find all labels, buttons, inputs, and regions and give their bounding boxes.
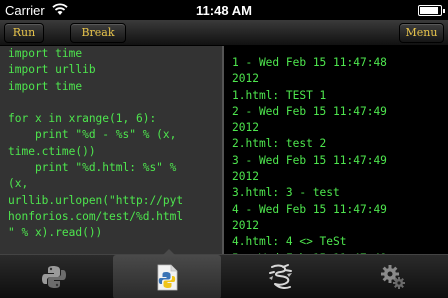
console-output[interactable]: 1 - Wed Feb 15 11:47:48 2012 1.html: TES… — [224, 46, 448, 254]
toolbar: Run Break Menu — [0, 20, 448, 46]
tab-bar — [0, 249, 448, 298]
tab-editor[interactable] — [113, 255, 221, 298]
code-editor[interactable]: import time import urllib import time fo… — [0, 46, 222, 254]
dragon-icon — [269, 264, 292, 289]
run-button[interactable]: Run — [4, 23, 44, 43]
code-text[interactable]: import time import urllib import time fo… — [8, 46, 183, 242]
menu-button[interactable]: Menu — [399, 23, 444, 43]
python-logo-icon — [42, 266, 66, 288]
gear-icon — [381, 265, 405, 289]
status-bar: Carrier 11:48 AM — [0, 0, 448, 20]
tab-python[interactable] — [0, 255, 108, 298]
break-button[interactable]: Break — [70, 23, 126, 43]
battery-icon — [418, 5, 445, 16]
clock: 11:48 AM — [196, 3, 252, 18]
console-text: 1 - Wed Feb 15 11:47:48 2012 1.html: TES… — [232, 56, 387, 254]
selection-indicator — [163, 249, 175, 255]
tab-dragon[interactable] — [226, 255, 334, 298]
python-document-icon — [157, 264, 178, 291]
tab-settings[interactable] — [339, 255, 447, 298]
battery-level — [420, 7, 438, 14]
